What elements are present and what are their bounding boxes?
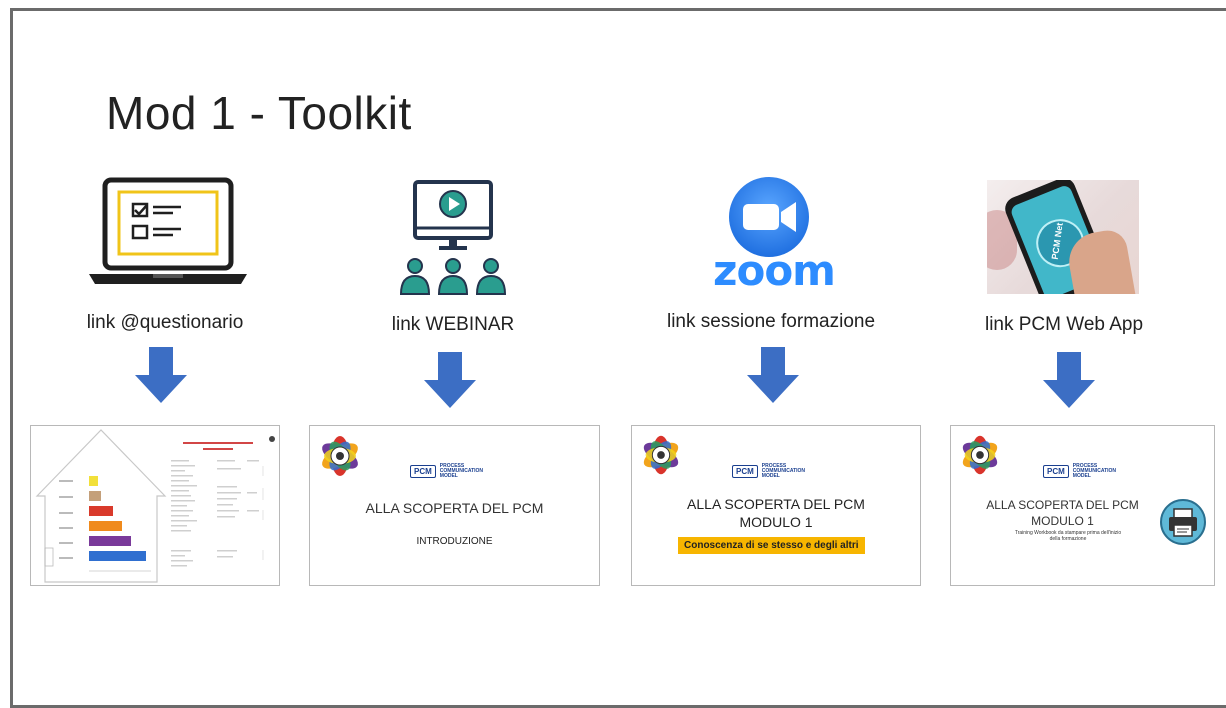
slide2-subtitle: INTRODUZIONE: [416, 536, 493, 547]
phone-app-photo[interactable]: PCM Net: [987, 180, 1139, 294]
slide4-title: ALLA SCOPERTA DEL PCM: [986, 498, 1139, 512]
pcm-small-text: PROCESS COMMUNICATION MODEL: [1072, 463, 1117, 479]
zoom-wordmark: zoom: [713, 246, 836, 295]
page-title: Mod 1 - Toolkit: [106, 87, 412, 139]
house-bar: [89, 521, 122, 531]
arrow-down-icon: [747, 347, 799, 403]
link-webinar[interactable]: link WEBINAR: [392, 314, 514, 336]
link-sessione-formazione[interactable]: link sessione formazione: [667, 311, 875, 333]
web-app-thumbnail[interactable]: PCM PROCESS COMMUNICATION MODEL ALLA SCO…: [950, 425, 1215, 586]
pcm-box: PCM: [410, 465, 436, 478]
slide3-highlight: Conoscenza di se stesso e degli altri: [678, 537, 865, 554]
pcm-flower-logo: [322, 436, 358, 476]
house-bar: [89, 551, 146, 561]
arrow-down-icon: [1043, 352, 1095, 408]
house-bar: [89, 506, 113, 516]
arrow-down-icon: [135, 347, 187, 403]
pcm-logo: PCM PROCESS COMMUNICATION MODEL: [1043, 464, 1133, 479]
house-bar: [89, 476, 98, 486]
pcm-logo: PCM PROCESS COMMUNICATION MODEL: [732, 464, 822, 479]
questionario-icon[interactable]: [83, 170, 253, 290]
slide3-module: MODULO 1: [739, 514, 813, 530]
slide4-module: MODULO 1: [1031, 514, 1094, 528]
webinar-icon: [399, 180, 507, 295]
pcm-logo: PCM PROCESS COMMUNICATION MODEL: [410, 464, 500, 479]
link-pcm-web-app[interactable]: link PCM Web App: [985, 314, 1143, 336]
laptop-checklist-icon: [89, 177, 247, 284]
webinar-thumbnail[interactable]: PCM PROCESS COMMUNICATION MODEL ALLA SCO…: [309, 425, 600, 586]
pcm-small-text: PROCESS COMMUNICATION MODEL: [761, 463, 806, 479]
webinar-icon-wrap[interactable]: [393, 178, 513, 300]
pcm-flower-logo: [962, 435, 998, 475]
printer-icon[interactable]: [1159, 498, 1207, 546]
pcm-flower-logo: [643, 435, 679, 475]
house-chart: [35, 429, 275, 583]
arrow-down-icon: [424, 352, 476, 408]
zoom-session-thumbnail[interactable]: PCM PROCESS COMMUNICATION MODEL ALLA SCO…: [631, 425, 921, 586]
pcm-box: PCM: [1043, 465, 1069, 478]
pcm-box: PCM: [732, 465, 758, 478]
slide4-note: Training Workbook da stampare prima dell…: [1014, 530, 1122, 542]
pcm-small-text: PROCESS COMMUNICATION MODEL: [439, 463, 484, 479]
questionario-thumbnail[interactable]: [30, 425, 280, 586]
slide2-title: ALLA SCOPERTA DEL PCM: [365, 500, 544, 516]
link-questionario[interactable]: link @questionario: [87, 312, 244, 334]
house-bar: [89, 491, 101, 501]
house-bar: [89, 536, 131, 546]
slide3-title: ALLA SCOPERTA DEL PCM: [687, 496, 865, 512]
